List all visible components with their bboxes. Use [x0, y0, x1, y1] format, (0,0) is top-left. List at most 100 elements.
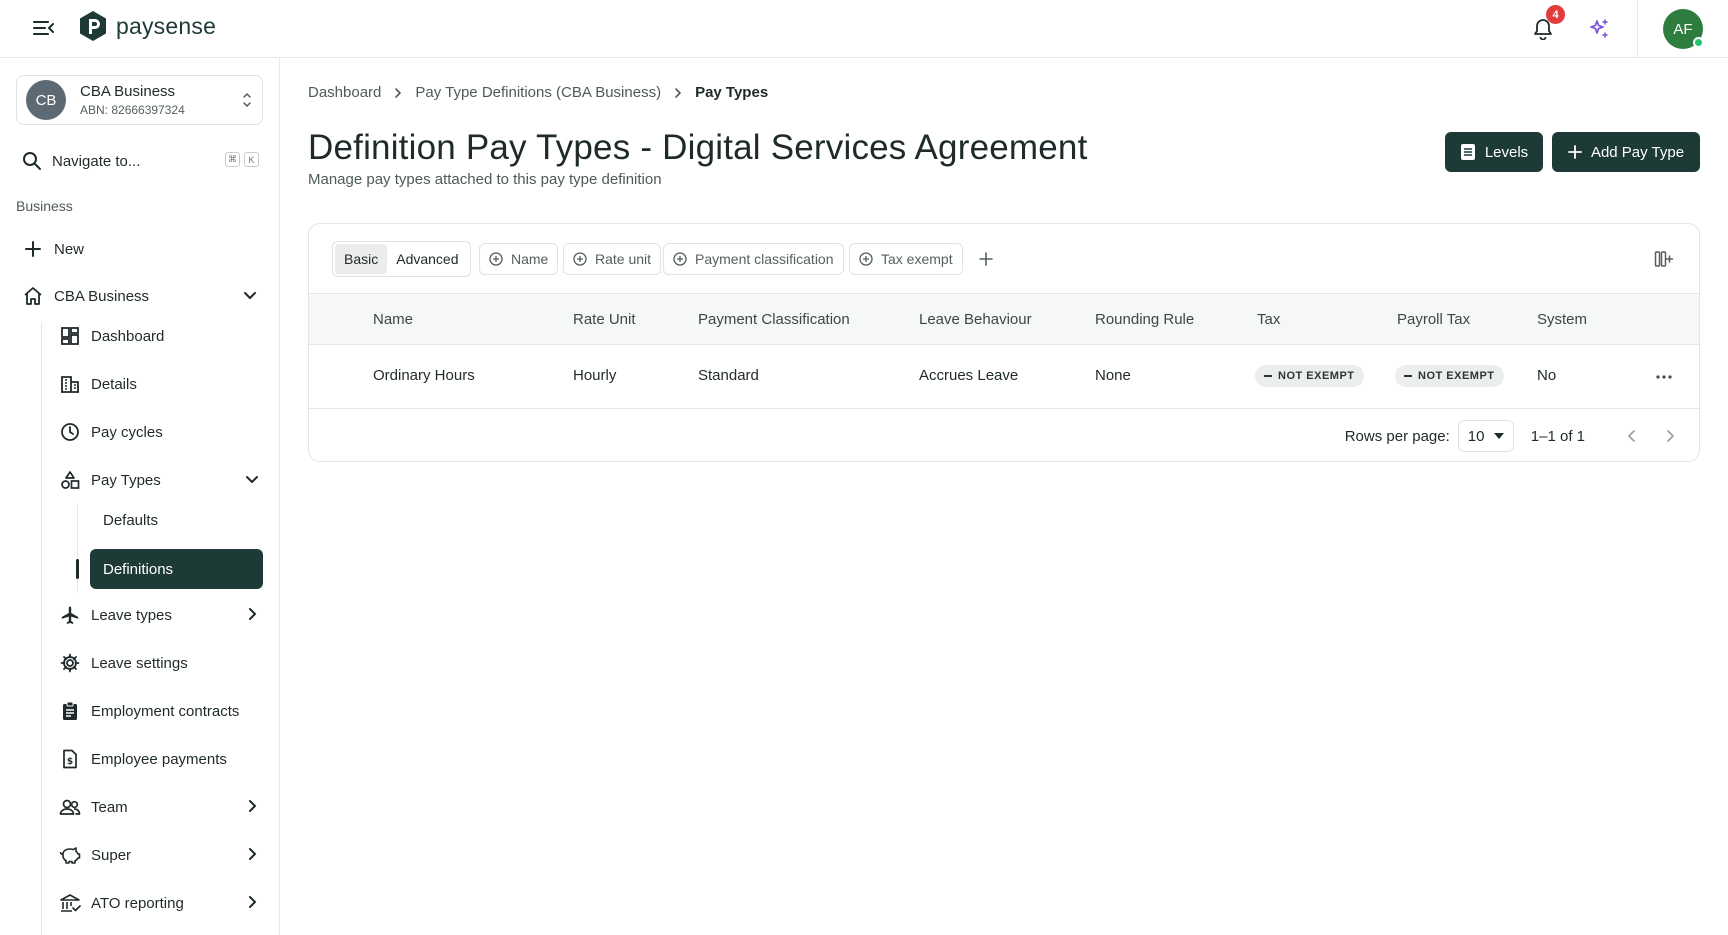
- pagination-range: 1–1 of 1: [1530, 427, 1585, 445]
- breadcrumb: Dashboard Pay Type Definitions (CBA Busi…: [308, 84, 768, 101]
- brand-logo[interactable]: paysense: [78, 10, 216, 42]
- column-header-system[interactable]: System: [1537, 311, 1587, 328]
- table-row[interactable]: Ordinary Hours Hourly Standard Accrues L…: [309, 345, 1699, 409]
- list-doc-icon: [1460, 144, 1475, 160]
- pagination: Rows per page: 10 1–1 of 1: [1345, 410, 1685, 462]
- online-status-dot: [1693, 37, 1704, 48]
- filter-chip-rate-unit[interactable]: Rate unit: [563, 243, 662, 275]
- add-filter-plus-icon[interactable]: [973, 246, 999, 272]
- add-pay-type-button-label: Add Pay Type: [1590, 143, 1685, 161]
- bank-icon: [59, 892, 81, 914]
- filter-chip-name[interactable]: Name: [479, 243, 559, 275]
- notifications-button[interactable]: 4: [1523, 5, 1565, 49]
- sparkle-icon: [1590, 19, 1608, 38]
- home-icon: [22, 285, 44, 307]
- sidebar-item-label: Employee payments: [91, 750, 227, 768]
- business-abn: ABN: 82666397324: [80, 103, 185, 117]
- ai-assistant-button[interactable]: [1579, 9, 1619, 49]
- payroll-tax-status-badge: NOT EXEMPT: [1395, 365, 1504, 387]
- column-header-leave-behaviour[interactable]: Leave Behaviour: [919, 311, 1032, 328]
- chevron-left-icon: [1628, 430, 1635, 442]
- dashboard-icon: [59, 325, 81, 347]
- sidebar-item-leave-types[interactable]: Leave types: [59, 597, 259, 633]
- column-header-payment-classification[interactable]: Payment Classification: [698, 311, 850, 328]
- filter-mode-toggle: Basic Advanced: [332, 241, 471, 277]
- filter-chip-payment-classification[interactable]: Payment classification: [663, 243, 844, 275]
- levels-button-label: Levels: [1484, 143, 1529, 161]
- shapes-icon: [59, 469, 81, 491]
- sidebar-item-super[interactable]: Super: [59, 837, 259, 873]
- sidebar-item-label: Pay cycles: [91, 423, 163, 441]
- notification-count-badge: 4: [1546, 5, 1565, 24]
- svg-text:$: $: [67, 757, 73, 767]
- filter-mode-advanced[interactable]: Advanced: [387, 244, 467, 274]
- cell-system: No: [1537, 367, 1557, 384]
- table-header: Name Rate Unit Payment Classification Le…: [309, 294, 1699, 345]
- menu-collapse-icon[interactable]: [30, 14, 58, 42]
- sidebar-item-label: Super: [91, 846, 132, 864]
- business-switcher[interactable]: CB CBA Business ABN: 82666397324: [16, 75, 263, 125]
- filter-chip-tax-exempt[interactable]: Tax exempt: [849, 243, 963, 275]
- sidebar-item-employment-contracts[interactable]: Employment contracts: [59, 693, 259, 729]
- column-header-payroll-tax[interactable]: Payroll Tax: [1397, 311, 1470, 328]
- sidebar-item-new[interactable]: New: [22, 231, 263, 267]
- column-header-tax[interactable]: Tax: [1257, 311, 1280, 328]
- page-title: Definition Pay Types - Digital Services …: [308, 128, 1088, 167]
- cell-name: Ordinary Hours: [373, 367, 475, 384]
- active-indicator: [76, 559, 79, 579]
- sidebar-item-label: Leave settings: [91, 654, 188, 672]
- top-bar: paysense 4 AF: [0, 0, 1728, 58]
- brand-name: paysense: [116, 12, 217, 39]
- filter-mode-basic[interactable]: Basic: [335, 244, 388, 274]
- more-options-icon[interactable]: [1651, 365, 1677, 389]
- main-content: Dashboard Pay Type Definitions (CBA Busi…: [281, 58, 1728, 935]
- chevron-right-icon: [245, 799, 259, 817]
- clock-icon: [59, 421, 81, 443]
- add-circle-icon: [859, 252, 873, 266]
- column-header-rate-unit[interactable]: Rate Unit: [573, 311, 636, 328]
- sidebar-group-cba-business[interactable]: CBA Business: [22, 278, 257, 314]
- sidebar-item-details[interactable]: Details: [59, 366, 259, 402]
- caret-down-icon: [1493, 433, 1504, 439]
- dash-icon: [1404, 375, 1412, 377]
- sidebar-item-label: Leave types: [91, 606, 172, 624]
- command-key: ⌘: [225, 152, 240, 167]
- sidebar-item-defaults[interactable]: Defaults: [103, 502, 263, 538]
- navigate-search[interactable]: Navigate to... ⌘ K: [22, 148, 263, 174]
- paysense-logo-icon: [80, 11, 106, 41]
- add-pay-type-button[interactable]: Add Pay Type: [1552, 132, 1700, 172]
- tax-status-badge: NOT EXEMPT: [1255, 365, 1364, 387]
- sidebar-item-ato-reporting[interactable]: ATO reporting: [59, 885, 259, 921]
- chevron-right-icon: [1667, 430, 1674, 442]
- plus-icon: [1568, 145, 1582, 159]
- column-header-name[interactable]: Name: [373, 311, 413, 328]
- cell-rate-unit: Hourly: [573, 367, 617, 384]
- sidebar-item-label: ATO reporting: [91, 894, 184, 912]
- payment-doc-icon: $: [59, 748, 81, 770]
- rows-per-page-select[interactable]: 10: [1457, 420, 1514, 452]
- section-label-business: Business: [16, 198, 73, 214]
- sidebar-item-definitions[interactable]: Definitions: [90, 549, 263, 589]
- sidebar-item-leave-settings[interactable]: Leave settings: [59, 645, 259, 681]
- sidebar-item-pay-cycles[interactable]: Pay cycles: [59, 414, 259, 450]
- search-icon: [23, 152, 41, 170]
- sidebar-item-dashboard[interactable]: Dashboard: [59, 318, 259, 354]
- previous-page-button[interactable]: [1617, 421, 1647, 451]
- rows-per-page-value: 10: [1467, 427, 1485, 445]
- breadcrumb-pay-type-definitions[interactable]: Pay Type Definitions (CBA Business): [415, 84, 661, 101]
- sidebar-item-team[interactable]: Team: [59, 789, 259, 825]
- sidebar-item-label: Defaults: [103, 511, 159, 529]
- breadcrumb-dashboard[interactable]: Dashboard: [308, 84, 381, 101]
- levels-button[interactable]: Levels: [1445, 132, 1543, 172]
- sidebar: CB CBA Business ABN: 82666397324 Navigat…: [0, 58, 280, 935]
- add-circle-icon: [673, 252, 687, 266]
- next-page-button[interactable]: [1655, 421, 1685, 451]
- column-header-rounding-rule[interactable]: Rounding Rule: [1095, 311, 1194, 328]
- column-settings-icon[interactable]: [1651, 246, 1677, 272]
- add-circle-icon: [489, 252, 503, 266]
- filter-bar: Basic Advanced Name Rate unit Payment cl…: [309, 224, 1699, 294]
- user-avatar[interactable]: AF: [1663, 9, 1704, 49]
- sidebar-item-pay-types[interactable]: Pay Types: [59, 462, 259, 498]
- sidebar-item-employee-payments[interactable]: $ Employee payments: [59, 741, 259, 777]
- plus-icon: [22, 238, 44, 260]
